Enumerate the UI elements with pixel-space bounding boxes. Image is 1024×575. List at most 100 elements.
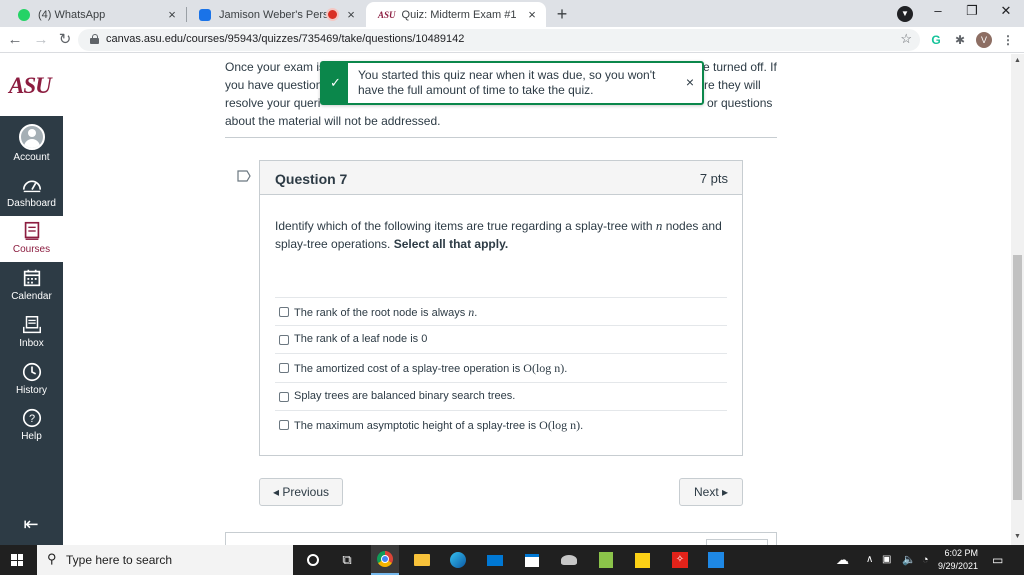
answer-checkbox[interactable] <box>279 307 289 317</box>
flash-message-text: You started this quiz near when it was d… <box>358 68 656 97</box>
minimize-button[interactable]: – <box>928 3 948 18</box>
recording-icon <box>328 10 337 19</box>
acrobat-icon[interactable]: ✧ <box>670 550 690 570</box>
flash-icon-box: ✓ <box>322 63 348 103</box>
previous-button[interactable]: ◂ Previous <box>259 478 343 506</box>
back-icon[interactable]: ← <box>6 31 24 49</box>
restore-button[interactable]: ❐ <box>962 3 982 19</box>
question-box: Question 7 7 pts Identify which of the f… <box>259 160 743 456</box>
answer-label: Splay trees are balanced binary search t… <box>294 390 515 402</box>
courses-book-icon <box>24 221 39 240</box>
answer-checkbox[interactable] <box>279 392 289 402</box>
answer-option[interactable]: The rank of the root node is always n. <box>275 297 727 325</box>
tab-title: Quiz: Midterm Exam #1 <box>401 8 517 21</box>
nav-history[interactable]: History <box>0 357 63 403</box>
answer-label: The rank of a leaf node is 0 <box>294 333 427 345</box>
scroll-up-arrow-icon[interactable]: ▲ <box>1014 57 1021 64</box>
answer-text: The rank of a leaf node is 0 <box>294 333 428 345</box>
address-bar[interactable]: canvas.asu.edu/courses/95943/quizzes/735… <box>78 29 920 51</box>
nav-label: Dashboard <box>7 198 56 209</box>
checkmark-icon: ✓ <box>330 75 341 90</box>
instructions-line: you have question <box>225 78 323 92</box>
answer-checkbox[interactable] <box>279 335 289 345</box>
profile-avatar-icon[interactable]: V <box>976 32 992 48</box>
help-question-icon: ? <box>22 408 41 428</box>
answer-option[interactable]: The amortized cost of a splay-tree opera… <box>275 353 727 381</box>
windows-taskbar: ⚲ Type here to search ⧉ ✧ ☁ ∧ ▣ 🔈 ◔ 6:02… <box>0 545 1024 575</box>
instructions-line: or questions <box>707 96 773 110</box>
nav-dashboard[interactable]: Dashboard <box>0 170 63 216</box>
next-button[interactable]: Next ▸ <box>679 478 743 506</box>
nav-calendar[interactable]: Calendar <box>0 263 63 309</box>
answer-option[interactable]: The rank of a leaf node is 0 <box>275 325 727 353</box>
forward-icon[interactable]: → <box>32 31 50 49</box>
collapse-arrow-icon[interactable]: ⇤ <box>20 514 42 534</box>
url-text: canvas.asu.edu/courses/95943/quizzes/735… <box>106 33 465 45</box>
profile-icon[interactable]: ▼ <box>897 6 913 22</box>
answer-option[interactable]: Splay trees are balanced binary search t… <box>275 382 727 410</box>
asu-favicon-icon: ASU <box>378 9 396 20</box>
scroll-down-arrow-icon[interactable]: ▼ <box>1014 533 1021 540</box>
taskbar-time[interactable]: 6:02 PM <box>936 548 978 558</box>
app-icon[interactable] <box>559 550 579 570</box>
tab-close-icon[interactable]: × <box>524 7 540 22</box>
nav-help[interactable]: ? Help <box>0 403 63 449</box>
kebab-menu-icon[interactable]: ⋮ <box>1000 32 1016 48</box>
edge-icon[interactable] <box>448 550 468 570</box>
notepad-plus-icon[interactable] <box>596 550 616 570</box>
tab-whatsapp[interactable]: (4) WhatsApp × <box>6 2 186 27</box>
sticky-notes-icon[interactable] <box>633 550 653 570</box>
mail-icon[interactable] <box>485 550 505 570</box>
svg-text:?: ? <box>28 413 34 425</box>
chrome-icon[interactable] <box>371 545 399 575</box>
asu-logo: ASU <box>9 73 52 98</box>
snip-icon[interactable] <box>706 550 726 570</box>
windows-start-icon[interactable] <box>11 554 23 566</box>
tab-title: (4) WhatsApp <box>38 8 106 21</box>
grammarly-icon[interactable]: G <box>928 32 944 48</box>
bookmark-star-icon[interactable]: ☆ <box>900 31 912 47</box>
logo-area[interactable]: ASU <box>0 54 63 116</box>
new-tab-button[interactable]: + <box>552 4 572 24</box>
answer-option[interactable]: The maximum asymptotic height of a splay… <box>275 410 727 438</box>
question-text: Identify which of the following items ar… <box>275 217 731 253</box>
file-explorer-icon[interactable] <box>412 550 432 570</box>
notifications-icon[interactable]: ▭ <box>992 550 1012 570</box>
answer-label: The amortized cost of a splay-tree opera… <box>294 361 567 376</box>
cortana-icon[interactable] <box>303 550 323 570</box>
page-scrollbar[interactable]: ▲ ▼ <box>1011 54 1024 545</box>
answer-text: The rank of the root node is always <box>294 307 469 319</box>
tab-close-icon[interactable]: × <box>343 7 359 22</box>
dashboard-gauge-icon <box>22 180 41 193</box>
taskbar-date[interactable]: 9/29/2021 <box>930 561 978 571</box>
taskbar-search[interactable]: ⚲ Type here to search <box>37 545 293 575</box>
answer-math: O(log n) <box>539 418 581 432</box>
question-points: 7 pts <box>699 171 728 186</box>
store-icon[interactable] <box>522 550 542 570</box>
nav-courses[interactable]: Courses <box>0 216 63 262</box>
tab-jamison-weber[interactable]: Jamison Weber's Personal M × <box>187 2 365 27</box>
instructions-line: re they will <box>704 78 761 92</box>
nav-account[interactable]: Account <box>0 120 63 166</box>
tab-close-icon[interactable]: × <box>164 7 180 22</box>
answer-checkbox[interactable] <box>279 363 289 373</box>
answer-checkbox[interactable] <box>279 420 289 430</box>
extensions-puzzle-icon[interactable]: ✱ <box>952 32 968 48</box>
answer-label: The rank of the root node is always n. <box>294 305 477 320</box>
volume-icon[interactable]: 🔈 <box>902 550 922 570</box>
instructions-line: Once your exam is <box>225 60 326 74</box>
reload-icon[interactable]: ↻ <box>56 31 74 49</box>
answer-tail: . <box>580 420 584 432</box>
close-icon[interactable]: × <box>686 74 694 90</box>
nav-inbox[interactable]: Inbox <box>0 310 63 356</box>
flag-question-icon[interactable] <box>237 170 251 182</box>
tab-quiz-midterm[interactable]: ASU Quiz: Midterm Exam #1 × <box>366 2 546 27</box>
close-window-button[interactable]: ✕ <box>996 3 1016 19</box>
network-icon[interactable]: ▣ <box>882 550 902 570</box>
scroll-thumb[interactable] <box>1013 255 1022 500</box>
flash-message: ✓ You started this quiz near when it was… <box>320 61 704 105</box>
onedrive-icon[interactable]: ☁ <box>836 550 856 570</box>
task-view-icon[interactable]: ⧉ <box>337 550 357 570</box>
whatsapp-icon <box>18 8 30 21</box>
account-avatar-icon <box>18 124 45 150</box>
